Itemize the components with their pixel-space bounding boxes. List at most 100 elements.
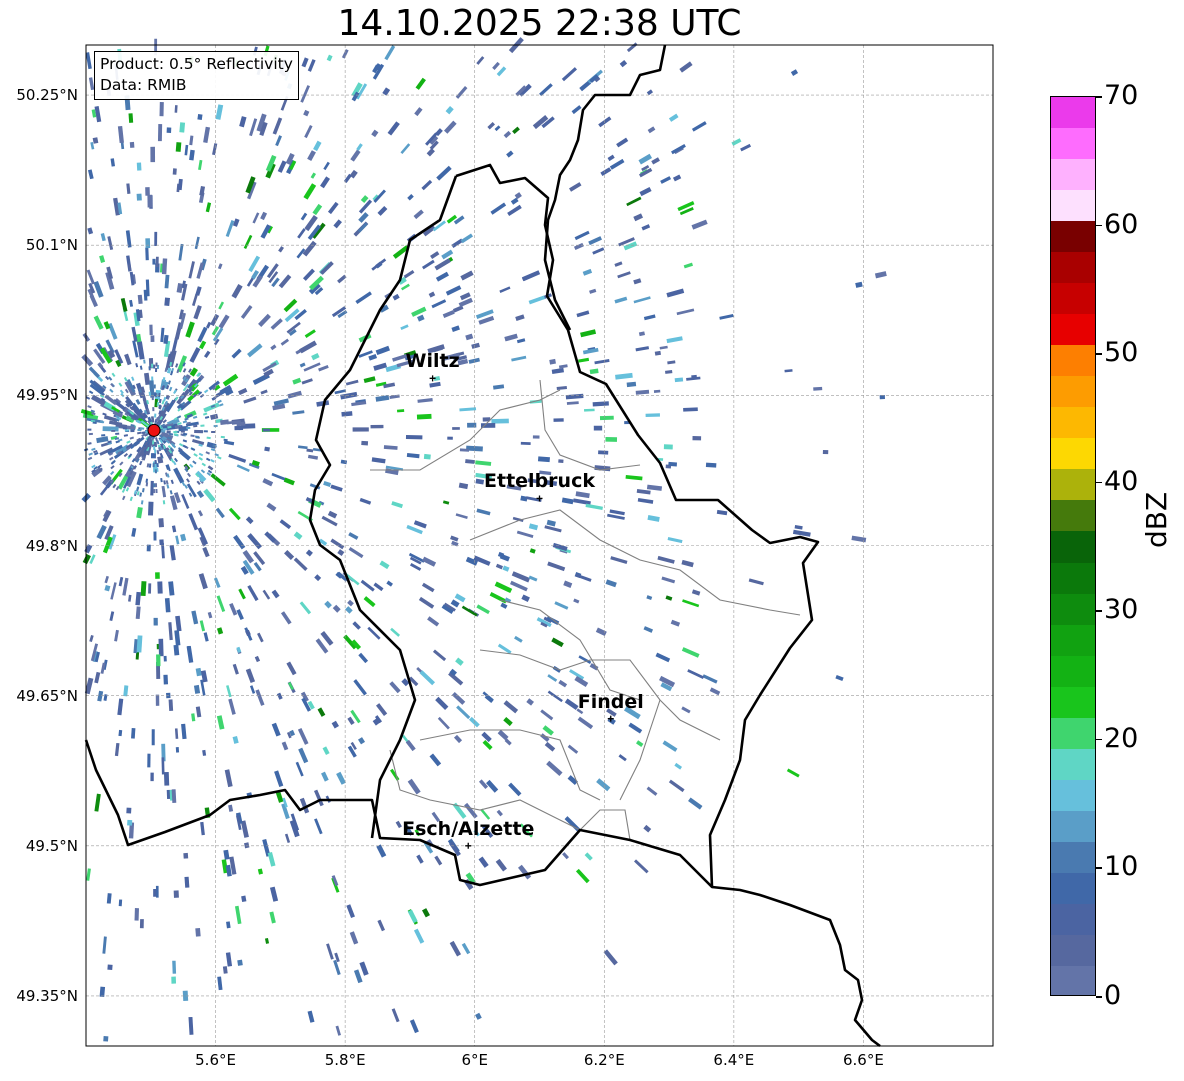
colorbar-segment bbox=[1051, 500, 1095, 532]
echo-cell bbox=[171, 789, 177, 803]
colorbar-tick bbox=[1096, 996, 1102, 998]
echo-cell bbox=[134, 908, 140, 921]
lon-tick-label: 6.2°E bbox=[583, 1051, 625, 1069]
echo-cell bbox=[122, 427, 127, 430]
echo-cell bbox=[130, 430, 135, 433]
echo-cell bbox=[152, 258, 156, 265]
echo-cell bbox=[140, 581, 147, 597]
lat-tick-label: 49.65°N bbox=[16, 686, 78, 705]
colorbar-tick-label: 10 bbox=[1104, 851, 1139, 883]
echo-cell bbox=[558, 459, 564, 464]
echo-cell bbox=[107, 964, 113, 971]
echo-cell bbox=[173, 890, 179, 898]
echo-cell bbox=[159, 102, 164, 117]
echo-cell bbox=[537, 456, 550, 463]
echo-cell bbox=[156, 463, 159, 468]
radar-map[interactable] bbox=[0, 0, 1184, 1081]
echo-cell bbox=[145, 247, 149, 261]
colorbar-segment bbox=[1051, 686, 1095, 719]
echo-cell bbox=[87, 428, 92, 431]
echo-cell bbox=[150, 453, 156, 459]
echo-cell bbox=[175, 746, 180, 753]
echo-cell bbox=[145, 238, 151, 249]
colorbar-segment bbox=[1051, 748, 1095, 781]
echo-cell bbox=[166, 127, 172, 133]
colorbar-segment bbox=[1051, 841, 1095, 874]
echo-cell bbox=[598, 450, 609, 455]
echo-cell bbox=[149, 324, 153, 336]
echo-cell bbox=[153, 445, 156, 451]
colorbar-tick bbox=[1096, 353, 1102, 355]
echo-cell bbox=[234, 425, 244, 431]
echo-cell bbox=[111, 429, 116, 432]
colorbar-tick bbox=[1096, 610, 1102, 612]
colorbar-segment bbox=[1051, 221, 1095, 253]
colorbar-segment bbox=[1051, 469, 1095, 501]
product-info-box: Product: 0.5° Reflectivity Data: RMIB bbox=[94, 51, 299, 100]
city-label: Wiltz bbox=[405, 350, 460, 373]
echo-cell bbox=[264, 446, 270, 452]
echo-cell bbox=[645, 413, 660, 418]
colorbar-segment bbox=[1051, 314, 1095, 346]
lat-tick-label: 49.35°N bbox=[16, 986, 78, 1005]
echo-cell bbox=[150, 772, 154, 782]
echo-cell bbox=[136, 193, 142, 201]
echo-cell bbox=[163, 771, 170, 786]
echo-cell bbox=[166, 430, 171, 433]
lat-tick-label: 50.25°N bbox=[16, 86, 78, 105]
colorbar-tick-label: 50 bbox=[1104, 337, 1139, 369]
echo-cell bbox=[203, 430, 208, 433]
echo-cell bbox=[174, 105, 178, 113]
echo-cell bbox=[128, 113, 134, 123]
echo-cell bbox=[151, 363, 154, 368]
lon-tick-label: 5.8°E bbox=[324, 1051, 366, 1069]
echo-cell bbox=[148, 583, 152, 594]
colorbar-tick bbox=[1096, 867, 1102, 869]
colorbar-segment bbox=[1051, 345, 1095, 377]
echo-cell bbox=[370, 424, 384, 429]
echo-cell bbox=[155, 885, 159, 898]
colorbar-segment bbox=[1051, 779, 1095, 812]
colorbar-segment bbox=[1051, 562, 1095, 595]
echo-cell bbox=[179, 122, 186, 133]
colorbar-tick-label: 20 bbox=[1104, 722, 1139, 754]
echo-cell bbox=[149, 383, 152, 388]
echo-cell bbox=[195, 927, 201, 937]
colorbar-tick-label: 70 bbox=[1104, 80, 1139, 111]
echo-cell bbox=[158, 638, 164, 657]
echo-cell bbox=[118, 729, 123, 737]
echo-cell bbox=[150, 480, 154, 496]
echo-cell bbox=[199, 430, 204, 433]
echo-cell bbox=[262, 428, 270, 432]
colorbar-segment bbox=[1051, 903, 1095, 936]
echo-cell bbox=[593, 425, 603, 431]
echo-cell bbox=[691, 374, 698, 380]
echo-cell bbox=[532, 435, 540, 439]
echo-cell bbox=[180, 430, 185, 433]
echo-cell bbox=[150, 146, 156, 163]
echo-cell bbox=[154, 459, 157, 465]
echo-cell bbox=[674, 377, 684, 383]
lat-tick-label: 50.1°N bbox=[25, 236, 78, 255]
lon-tick-label: 6.4°E bbox=[713, 1051, 755, 1069]
echo-cell bbox=[151, 729, 155, 746]
echo-cell bbox=[137, 294, 143, 305]
echo-cell bbox=[129, 141, 135, 148]
echo-cell bbox=[491, 418, 509, 424]
echo-cell bbox=[151, 440, 155, 445]
echo-cell bbox=[151, 376, 154, 381]
colorbar-segment bbox=[1051, 810, 1095, 843]
echo-cell bbox=[154, 231, 158, 246]
echo-cell bbox=[405, 434, 423, 440]
echo-cell bbox=[150, 335, 155, 342]
product-label: Product: 0.5° Reflectivity bbox=[100, 55, 293, 73]
colorbar-segment bbox=[1051, 872, 1095, 905]
data-source-label: Data: RMIB bbox=[100, 76, 187, 94]
echo-cell bbox=[161, 757, 165, 775]
colorbar-segment bbox=[1051, 531, 1095, 563]
echo-cell bbox=[520, 441, 531, 445]
echo-cell bbox=[822, 449, 829, 455]
echo-cell bbox=[155, 694, 160, 706]
colorbar-segment bbox=[1051, 190, 1095, 222]
lon-tick-label: 5.6°E bbox=[195, 1051, 236, 1069]
